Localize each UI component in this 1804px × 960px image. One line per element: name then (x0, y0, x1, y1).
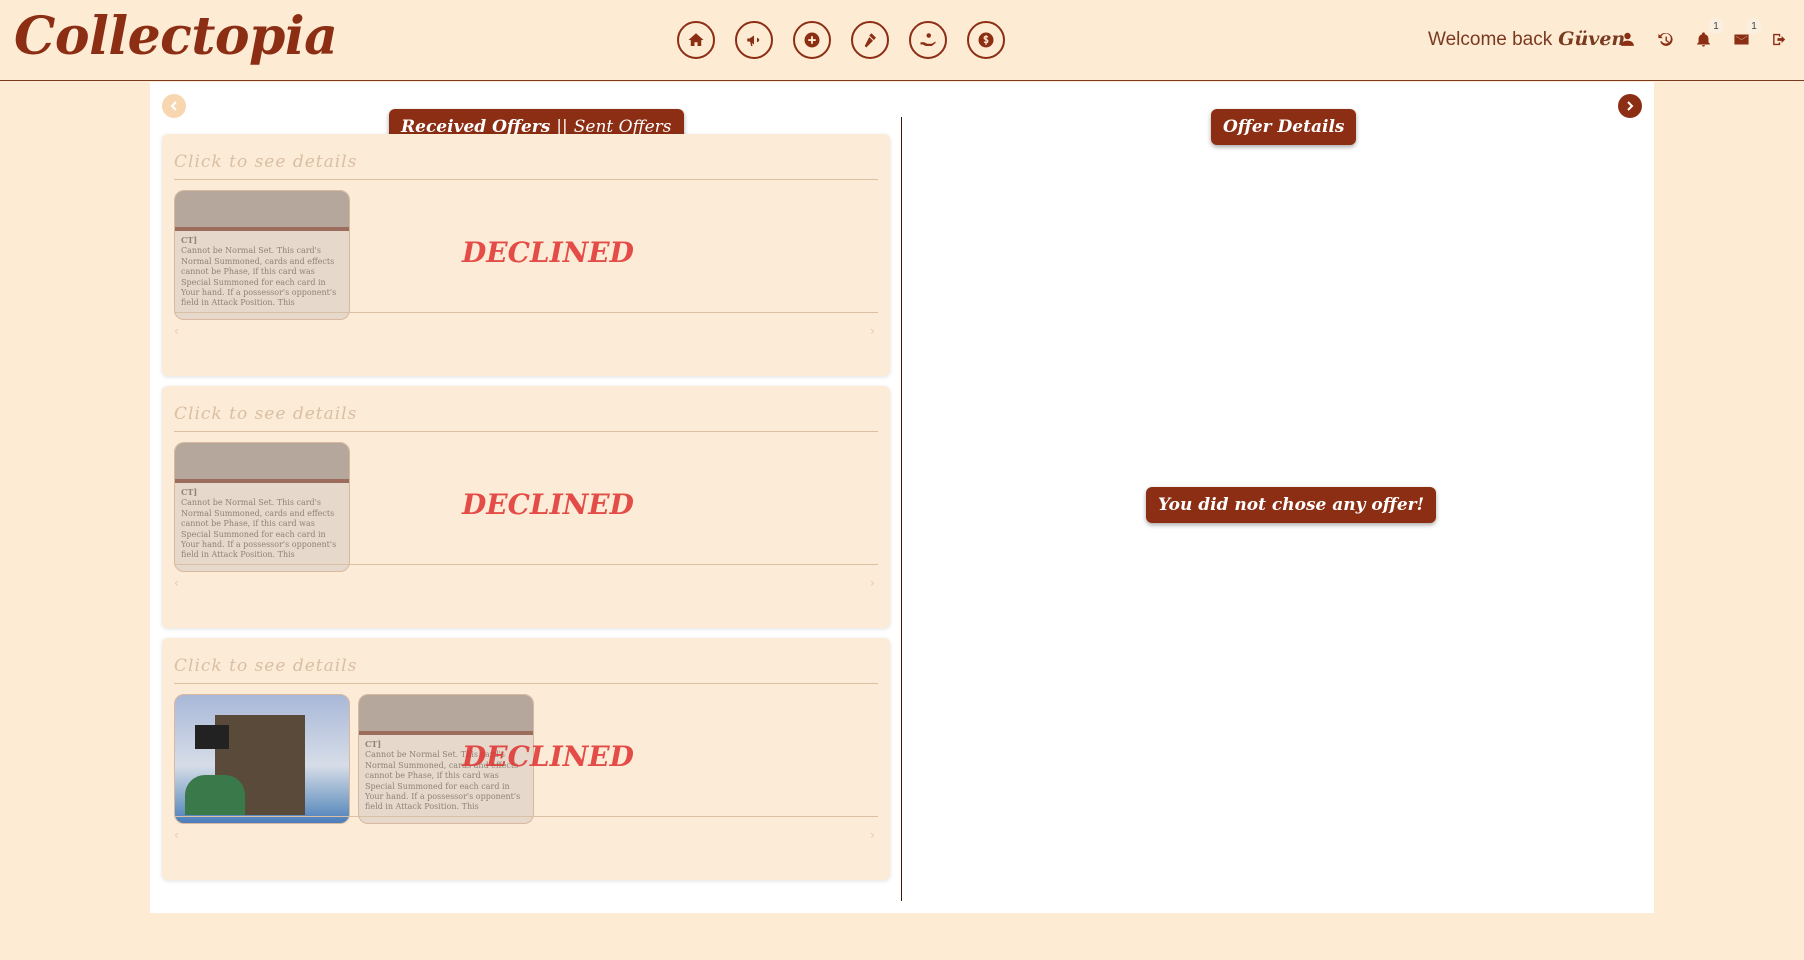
item-thumbnail[interactable]: CT] Cannot be Normal Set. This card's Nor… (174, 442, 350, 572)
offer-status: DECLINED (462, 488, 634, 521)
next-button[interactable] (1618, 94, 1642, 118)
profile-button[interactable] (1616, 28, 1638, 50)
envelope-icon (1733, 34, 1749, 44)
offer-status: DECLINED (462, 236, 634, 269)
offer-card[interactable]: Click to see details CT] Cannot be Normal… (162, 638, 890, 880)
logout-icon (1772, 33, 1785, 45)
main-nav (677, 21, 1005, 59)
nav-add-button[interactable] (793, 21, 831, 59)
history-icon (1657, 32, 1673, 46)
chevron-right-icon[interactable]: › (870, 828, 875, 842)
megaphone-icon (747, 35, 760, 46)
item-thumbnail[interactable] (174, 694, 350, 824)
card-divider (174, 683, 878, 684)
offer-details-title: Offer Details (1211, 109, 1357, 145)
welcome-text: Welcome back (1428, 29, 1553, 50)
nav-home-button[interactable] (677, 21, 715, 59)
offer-card[interactable]: Click to see details CT] Cannot be Normal… (162, 386, 890, 628)
offer-card-title: Click to see details (174, 656, 358, 676)
pirate-flag-icon (195, 725, 229, 749)
item-thumbnail[interactable]: CT] Cannot be Normal Set. This card's Nor… (174, 190, 350, 320)
chevron-left-icon[interactable]: ‹ (174, 828, 179, 842)
card-text: CT] Cannot be Normal Set. This card's Nor… (181, 487, 337, 560)
messages-button[interactable]: 1 (1730, 18, 1762, 50)
history-button[interactable] (1654, 28, 1676, 50)
offer-hand-icon (920, 33, 936, 46)
header-actions: 1 1 (1616, 18, 1790, 50)
messages-badge: 1 (1746, 18, 1762, 34)
plus-icon (804, 32, 820, 48)
offer-status: DECLINED (462, 740, 634, 773)
card-divider (174, 816, 878, 817)
chevron-right-icon[interactable]: › (870, 576, 875, 590)
welcome-message: Welcome back Güven (1428, 28, 1625, 51)
previous-button[interactable] (162, 94, 186, 118)
home-icon (688, 33, 704, 46)
nav-announcements-button[interactable] (735, 21, 773, 59)
card-art (175, 191, 349, 231)
bell-icon (1696, 31, 1710, 47)
card-divider (174, 179, 878, 180)
empty-details-message: You did not chose any offer! (1146, 487, 1437, 523)
top-header: Collectopia Welcome back Güven 1 1 (0, 0, 1804, 81)
card-divider (174, 564, 878, 565)
chevron-right-icon[interactable]: › (870, 324, 875, 338)
auction-icon (864, 33, 876, 48)
card-art (175, 443, 349, 483)
lego-foliage (185, 775, 245, 815)
logout-button[interactable] (1768, 28, 1790, 50)
nav-wallet-button[interactable] (967, 21, 1005, 59)
chevron-right-icon (1627, 101, 1634, 111)
dollar-coin-icon (978, 32, 994, 48)
panel-divider (901, 117, 902, 901)
chevron-left-icon[interactable]: ‹ (174, 324, 179, 338)
chevron-left-icon[interactable]: ‹ (174, 576, 179, 590)
card-text: CT] Cannot be Normal Set. This card's Nor… (181, 235, 337, 308)
nav-offers-button[interactable] (909, 21, 947, 59)
notifications-button[interactable]: 1 (1692, 18, 1724, 50)
offer-card[interactable]: Click to see details CT] Cannot be Normal… (162, 134, 890, 376)
offers-panel: Received Offers || Sent Offers Offer Det… (150, 82, 1654, 913)
notifications-badge: 1 (1708, 18, 1724, 34)
app-logo[interactable]: Collectopia (14, 6, 338, 67)
offer-card-title: Click to see details (174, 152, 358, 172)
card-divider (174, 431, 878, 432)
nav-auction-button[interactable] (851, 21, 889, 59)
card-divider (174, 312, 878, 313)
offer-card-title: Click to see details (174, 404, 358, 424)
card-art (359, 695, 533, 735)
chevron-left-icon (170, 101, 177, 111)
user-icon (1620, 32, 1634, 46)
